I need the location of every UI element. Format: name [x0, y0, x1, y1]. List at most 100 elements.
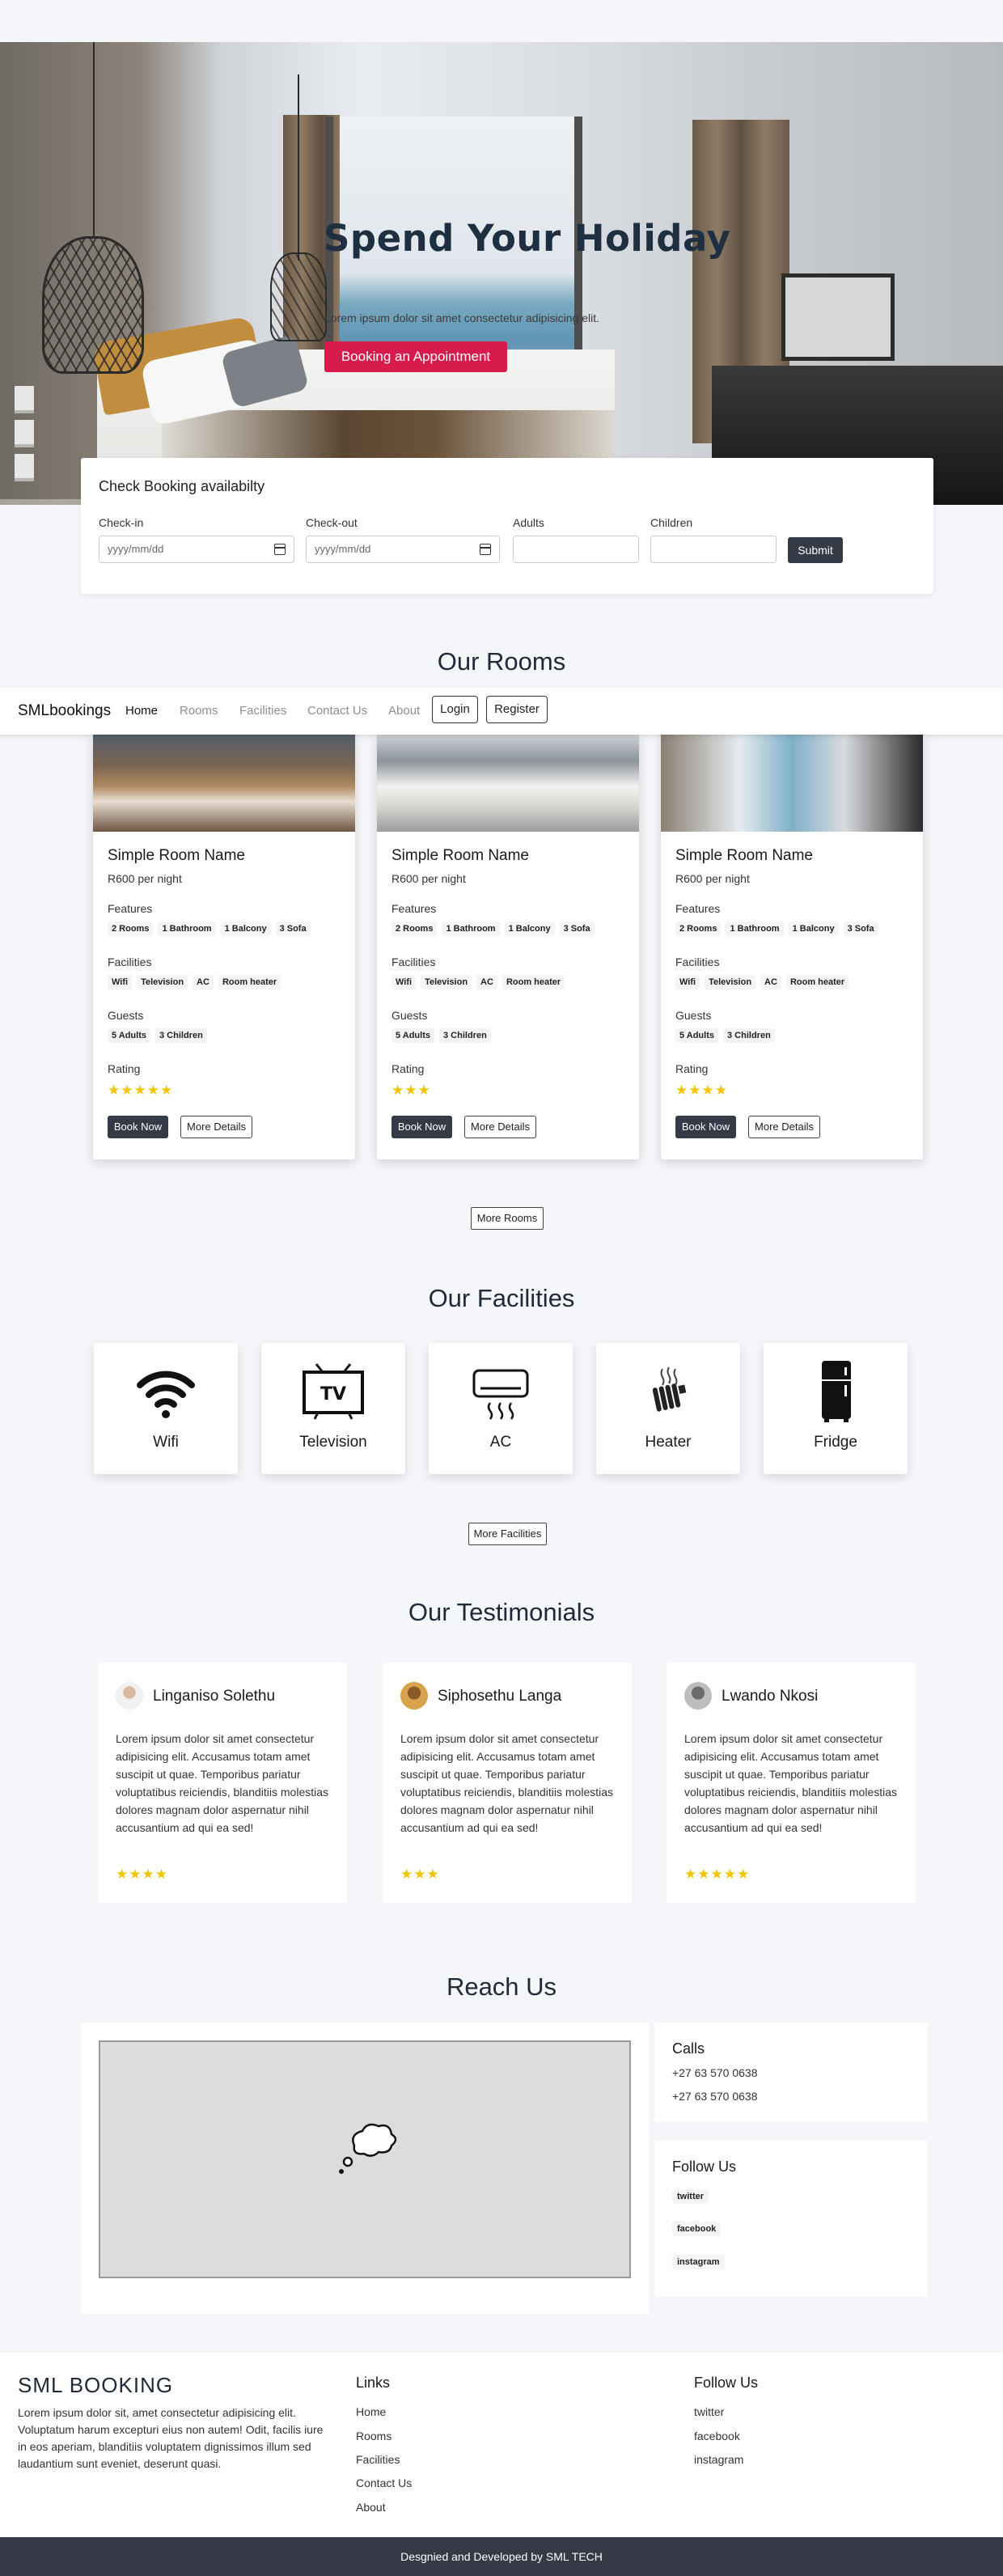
nav-contact-us[interactable]: Contact Us	[307, 704, 367, 718]
nav-facilities[interactable]: Facilities	[239, 704, 286, 718]
feature-badges: 2 Rooms 1 Bathroom 1 Balcony 3 Sofa	[108, 922, 311, 936]
checkin-date-input[interactable]: yyyy/mm/dd	[99, 536, 294, 563]
book-now-button[interactable]: Book Now	[675, 1116, 736, 1138]
footer-social-instagram[interactable]: instagram	[694, 2453, 743, 2466]
feature-badge: 1 Balcony	[220, 922, 271, 936]
lamp-cord	[298, 74, 299, 261]
social-link-facebook[interactable]: facebook	[672, 2222, 722, 2236]
map-embed[interactable]	[99, 2040, 631, 2278]
feature-badges: 2 Rooms 1 Bathroom 1 Balcony 3 Sofa	[391, 922, 595, 936]
feature-badge: 1 Bathroom	[158, 922, 216, 936]
footer-social-twitter[interactable]: twitter	[694, 2405, 724, 2418]
facility-badge: Room heater	[502, 975, 565, 989]
room-price: R600 per night	[391, 872, 466, 885]
footer-links-title: Links	[356, 2375, 391, 2391]
room-card: Simple Room Name R600 per night Features…	[661, 731, 923, 1159]
facility-badge: Television	[421, 975, 472, 989]
social-link-instagram[interactable]: instagram	[672, 2255, 725, 2269]
checkout-placeholder: yyyy/mm/dd	[315, 543, 371, 555]
fridge-icon	[822, 1361, 851, 1422]
nav-about[interactable]: About	[388, 704, 420, 718]
facility-card-fridge: Fridge	[764, 1343, 908, 1474]
footer-about-text: Lorem ipsum dolor sit, amet consectetur …	[18, 2406, 324, 2470]
booking-availability-form: Check Booking availabilty Check-in yyyy/…	[81, 458, 933, 594]
facilities-label: Facilities	[391, 955, 436, 968]
booking-appointment-button[interactable]: Booking an Appointment	[324, 341, 507, 372]
hero-section: Spend Your Holiday Lorem ipsum dolor sit…	[0, 42, 1003, 505]
footer: SML BOOKING Lorem ipsum dolor sit, amet …	[0, 2353, 1003, 2537]
phone-number[interactable]: +27 63 570 0638	[672, 2066, 758, 2079]
calls-card: Calls +27 63 570 0638 +27 63 570 0638	[654, 2023, 928, 2121]
guest-badges: 5 Adults 3 Children	[391, 1028, 491, 1043]
star-rating: ★★★	[391, 1083, 431, 1098]
testimonial-card: Siphosethu Langa Lorem ipsum dolor sit a…	[383, 1663, 632, 1903]
room-name: Simple Room Name	[391, 847, 529, 864]
room-image	[93, 731, 355, 832]
guests-label: Guests	[391, 1009, 428, 1022]
room-image	[661, 731, 923, 832]
more-details-button[interactable]: More Details	[464, 1116, 536, 1138]
more-facilities-button[interactable]: More Facilities	[468, 1523, 547, 1545]
guest-badge: 3 Children	[723, 1028, 775, 1043]
footer-social-facebook[interactable]: facebook	[694, 2430, 740, 2443]
testimonial-card: Lwando Nkosi Lorem ipsum dolor sit amet …	[667, 1663, 916, 1903]
children-input[interactable]	[650, 536, 777, 563]
facility-badge: AC	[476, 975, 497, 989]
facility-card-ac: AC	[429, 1343, 573, 1474]
testimonial-text: Lorem ipsum dolor sit amet consectetur a…	[400, 1732, 614, 1834]
features-label: Features	[675, 902, 721, 915]
testimonial-name: Siphosethu Langa	[438, 1688, 562, 1705]
checkout-label: Check-out	[306, 516, 358, 529]
login-button[interactable]: Login	[432, 696, 478, 723]
testimonial-name: Lwando Nkosi	[722, 1688, 819, 1705]
checkin-label: Check-in	[99, 516, 144, 529]
reach-section-title: Reach Us	[446, 1972, 557, 2001]
tv-icon: TV	[303, 1363, 364, 1420]
guest-badge: 5 Adults	[108, 1028, 150, 1043]
ac-icon	[472, 1369, 529, 1420]
pendant-lamp	[270, 252, 327, 341]
footer-link-facilities[interactable]: Facilities	[356, 2453, 400, 2466]
more-rooms-button[interactable]: More Rooms	[471, 1207, 544, 1230]
follow-us-card: Follow Us twitter facebook instagram	[654, 2141, 928, 2297]
booking-title: Check Booking availabilty	[99, 478, 265, 494]
facility-badge: Wifi	[391, 975, 417, 989]
copyright-bar: Desgnied and Developed by SML TECH	[0, 2537, 1003, 2576]
book-now-button[interactable]: Book Now	[108, 1116, 168, 1138]
adults-input[interactable]	[513, 536, 639, 563]
booking-submit-button[interactable]: Submit	[788, 537, 843, 563]
phone-number[interactable]: +27 63 570 0638	[672, 2090, 758, 2103]
map-container	[81, 2023, 649, 2314]
footer-link-rooms[interactable]: Rooms	[356, 2430, 391, 2443]
more-details-button[interactable]: More Details	[748, 1116, 820, 1138]
facility-label: Wifi	[153, 1434, 179, 1451]
social-link-twitter[interactable]: twitter	[672, 2189, 709, 2204]
feature-badge: 3 Sofa	[843, 922, 878, 936]
facility-badge: AC	[193, 975, 214, 989]
room-name: Simple Room Name	[108, 847, 245, 864]
facility-label: AC	[489, 1434, 512, 1451]
facility-card-heater: Heater	[596, 1343, 740, 1474]
register-button[interactable]: Register	[486, 696, 548, 723]
guest-badges: 5 Adults 3 Children	[108, 1028, 207, 1043]
svg-text:TV: TV	[320, 1384, 346, 1405]
footer-link-about[interactable]: About	[356, 2501, 386, 2514]
more-details-button[interactable]: More Details	[180, 1116, 252, 1138]
book-now-button[interactable]: Book Now	[391, 1116, 452, 1138]
nav-home[interactable]: Home	[125, 704, 158, 718]
facility-badge: Room heater	[218, 975, 281, 989]
navbar-brand[interactable]: SMLbookings	[18, 702, 111, 720]
calendar-icon[interactable]	[274, 544, 286, 555]
avatar	[400, 1682, 428, 1710]
nav-rooms[interactable]: Rooms	[180, 704, 218, 718]
facility-badges: Wifi Television AC Room heater	[675, 975, 849, 989]
room-name: Simple Room Name	[675, 847, 813, 864]
wifi-icon	[137, 1371, 195, 1418]
feature-badge: 1 Balcony	[788, 922, 839, 936]
facility-badge: Wifi	[675, 975, 700, 989]
calendar-icon[interactable]	[480, 544, 491, 555]
checkout-date-input[interactable]: yyyy/mm/dd	[306, 536, 500, 563]
room-price: R600 per night	[675, 872, 750, 885]
footer-link-home[interactable]: Home	[356, 2405, 386, 2418]
footer-link-contact-us[interactable]: Contact Us	[356, 2476, 412, 2489]
